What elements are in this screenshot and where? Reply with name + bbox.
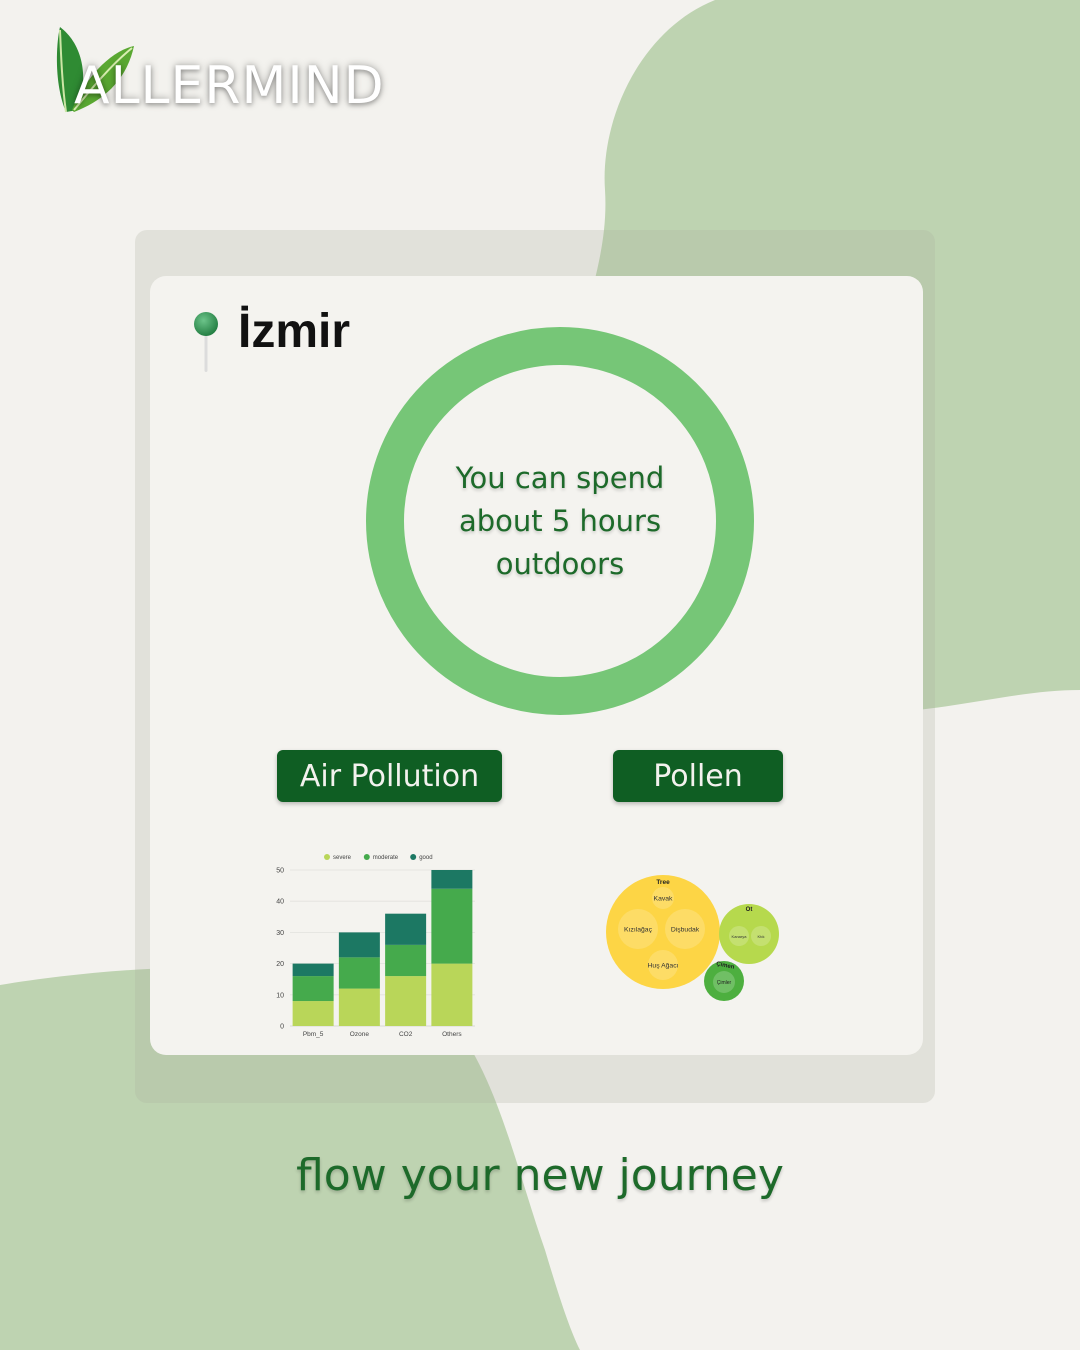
pollen-bubble-chart: Tree Kavak Kızılağaç Dişbudak Huş Ağacı Ot Kan… — [606, 875, 779, 1001]
y-tick-label: 0 — [280, 1024, 284, 1031]
tagline: flow your new journey — [296, 1150, 784, 1201]
legend-marker — [410, 854, 417, 860]
y-tick-label: 10 — [276, 992, 284, 999]
bubble-leaf-label: Dişbudak — [671, 927, 700, 934]
bar-segment — [431, 888, 473, 964]
legend-label: severe — [333, 855, 352, 861]
x-tick-label: CO2 — [399, 1031, 413, 1038]
bubble-leaf-label: Kızılağaç — [624, 927, 653, 934]
legend-marker — [363, 854, 370, 860]
legend-label: moderate — [373, 855, 399, 861]
brand-logo: ALLERMIND — [52, 24, 412, 124]
x-tick-label: Pbm_5 — [303, 1031, 324, 1038]
bar-segment — [385, 944, 427, 977]
bubble-leaf-label: Çimler — [717, 980, 732, 986]
legend-label: good — [419, 855, 432, 861]
bubble-leaf-label: Huş Ağacı — [648, 963, 679, 970]
bar-segment — [292, 963, 334, 977]
y-tick-label: 30 — [276, 930, 284, 937]
outdoor-time-ring: You can spend about 5 hours outdoors — [366, 327, 754, 715]
y-tick-label: 20 — [276, 961, 284, 968]
bar-segment — [385, 976, 427, 1026]
y-tick-label: 40 — [276, 899, 284, 906]
bar-segment — [292, 1001, 334, 1026]
legend-marker — [324, 854, 330, 860]
y-tick-label: 50 — [276, 868, 284, 875]
bubble-leaf-label: Kavak — [654, 896, 673, 903]
map-pin-icon — [194, 312, 218, 372]
bubble-group-label: Ot — [746, 907, 753, 913]
bubble-leaf-label: Ktık — [758, 934, 765, 939]
bubble-group-label: Tree — [656, 879, 670, 886]
bar-segment — [338, 957, 380, 989]
outdoor-time-message: You can spend about 5 hours outdoors — [455, 460, 665, 581]
x-tick-label: Others — [442, 1031, 462, 1038]
bar-segment — [431, 870, 473, 889]
brand-name: ALLERMIND — [74, 56, 385, 116]
x-tick-label: Ozone — [350, 1031, 370, 1038]
bar-segment — [338, 932, 380, 958]
bar-segment — [385, 913, 427, 945]
bubble-leaf-label: Kanarya — [732, 934, 748, 939]
air-pollution-chart: 0 10 20 30 40 50 severe moderate good Pbm_5 Ozone C… — [276, 854, 475, 1038]
bar-segment — [338, 988, 380, 1026]
bar-segment — [292, 976, 334, 1002]
air-pollution-button[interactable]: Air Pollution — [277, 750, 502, 802]
city-name: İzmir — [238, 305, 351, 358]
bar-segment — [431, 963, 473, 1026]
location-card: İzmir You can spend about 5 hours outdoo… — [150, 276, 923, 1055]
pollen-button[interactable]: Pollen — [613, 750, 783, 802]
